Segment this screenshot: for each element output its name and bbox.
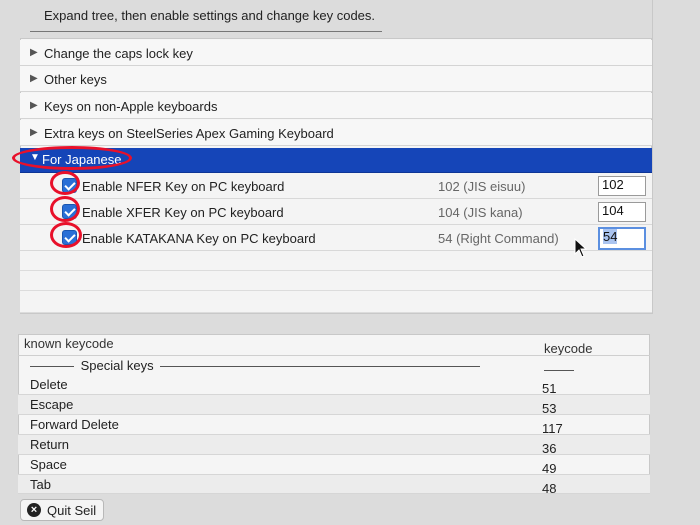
annotation-circle (50, 222, 82, 248)
tree-item-label: Keys on non-Apple keyboards (44, 99, 218, 114)
disclosure-right-icon[interactable]: ▶ (30, 73, 42, 84)
tree-item-non-apple[interactable]: ▶ Keys on non-Apple keyboards (20, 93, 652, 119)
tree-item-steelseries[interactable]: ▶ Extra keys on SteelSeries Apex Gaming … (20, 120, 652, 146)
empty-row (20, 271, 652, 291)
tree-item-label: Other keys (44, 72, 107, 87)
setting-key-name: 104 (JIS kana) (438, 205, 523, 220)
table-row[interactable]: Space 49 (18, 455, 650, 476)
setting-label: Enable XFER Key on PC keyboard (82, 205, 284, 220)
tree-item-label: Extra keys on SteelSeries Apex Gaming Ke… (44, 126, 334, 141)
empty-row (20, 291, 652, 313)
setting-row-nfer[interactable]: Enable NFER Key on PC keyboard 102 (JIS … (20, 173, 652, 199)
mouse-pointer-icon (574, 238, 588, 258)
section-divider (544, 370, 574, 371)
column-header-keycode[interactable]: keycode (544, 341, 592, 356)
tree-item-caps-lock[interactable]: ▶ Change the caps lock key (20, 40, 652, 66)
instruction-text: Expand tree, then enable settings and ch… (44, 8, 376, 23)
annotation-circle (12, 146, 132, 170)
tree-item-other-keys[interactable]: ▶ Other keys (20, 66, 652, 92)
setting-key-name: 54 (Right Command) (438, 231, 559, 246)
setting-label: Enable NFER Key on PC keyboard (82, 179, 285, 194)
setting-label: Enable KATAKANA Key on PC keyboard (82, 231, 316, 246)
disclosure-right-icon[interactable]: ▶ (30, 100, 42, 111)
column-header-known-keycode[interactable]: known keycode (24, 336, 114, 351)
annotation-circle (50, 171, 80, 195)
xfer-keycode-input[interactable]: 104 (598, 202, 646, 222)
table-row[interactable]: Escape 53 (18, 395, 650, 416)
tree-item-label: Change the caps lock key (44, 46, 193, 61)
section-special-keys: Special keys (30, 358, 481, 373)
setting-row-xfer[interactable]: Enable XFER Key on PC keyboard 104 (JIS … (20, 199, 652, 225)
annotation-circle (50, 196, 80, 222)
setting-row-katakana[interactable]: Enable KATAKANA Key on PC keyboard 54 (R… (20, 225, 652, 251)
disclosure-right-icon[interactable]: ▶ (30, 47, 42, 58)
disclosure-right-icon[interactable]: ▶ (30, 127, 42, 138)
empty-row (20, 251, 652, 271)
instruction-underline (30, 31, 382, 32)
nfer-keycode-input[interactable]: 102 (598, 176, 646, 196)
table-row[interactable]: Forward Delete 117 (18, 415, 650, 436)
table-row[interactable]: Return 36 (18, 435, 650, 456)
close-circle-icon: × (27, 503, 41, 517)
quit-button[interactable]: × Quit Seil (20, 499, 104, 521)
setting-key-name: 102 (JIS eisuu) (438, 179, 526, 194)
header-divider (18, 355, 650, 356)
katakana-keycode-input[interactable]: 54 (598, 227, 646, 250)
quit-button-label: Quit Seil (47, 503, 97, 518)
panel-edge (652, 0, 653, 314)
table-row[interactable]: Delete 51 (18, 375, 650, 396)
table-row[interactable]: Tab 48 (18, 475, 650, 494)
